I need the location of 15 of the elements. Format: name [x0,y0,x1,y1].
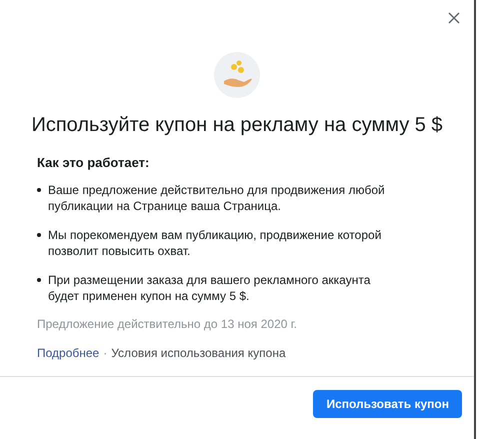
use-coupon-button[interactable]: Использовать купон [313,390,462,418]
link[interactable]: Подробнее [37,346,100,360]
bullet-dot [37,278,41,282]
dialog-title: Используйте купон на рекламу на сумму 5 $ [31,114,443,137]
section-heading: Как это работает: [37,155,150,170]
bullet-dot [37,188,41,192]
hand-with-coins-icon [214,52,260,98]
bullet-dot [37,233,41,237]
bullet-text: Мы порекомендуем вам публикацию, продвижение которой позволит повысить охват. [48,227,382,259]
close-icon[interactable] [448,12,460,24]
link[interactable]: Условия использования купона [111,346,286,360]
bullet-text: Ваше предложение действительно для продвижения любой публикации на Странице ваша Страница. [48,182,386,214]
bullet-text: При размещении заказа для вашего рекламного аккаунта будет применен купон на сумму 5 $. [48,272,372,304]
validity-text: Предложение действительно до 13 ноя 2020 г. [37,317,298,331]
separator: · [103,346,108,360]
